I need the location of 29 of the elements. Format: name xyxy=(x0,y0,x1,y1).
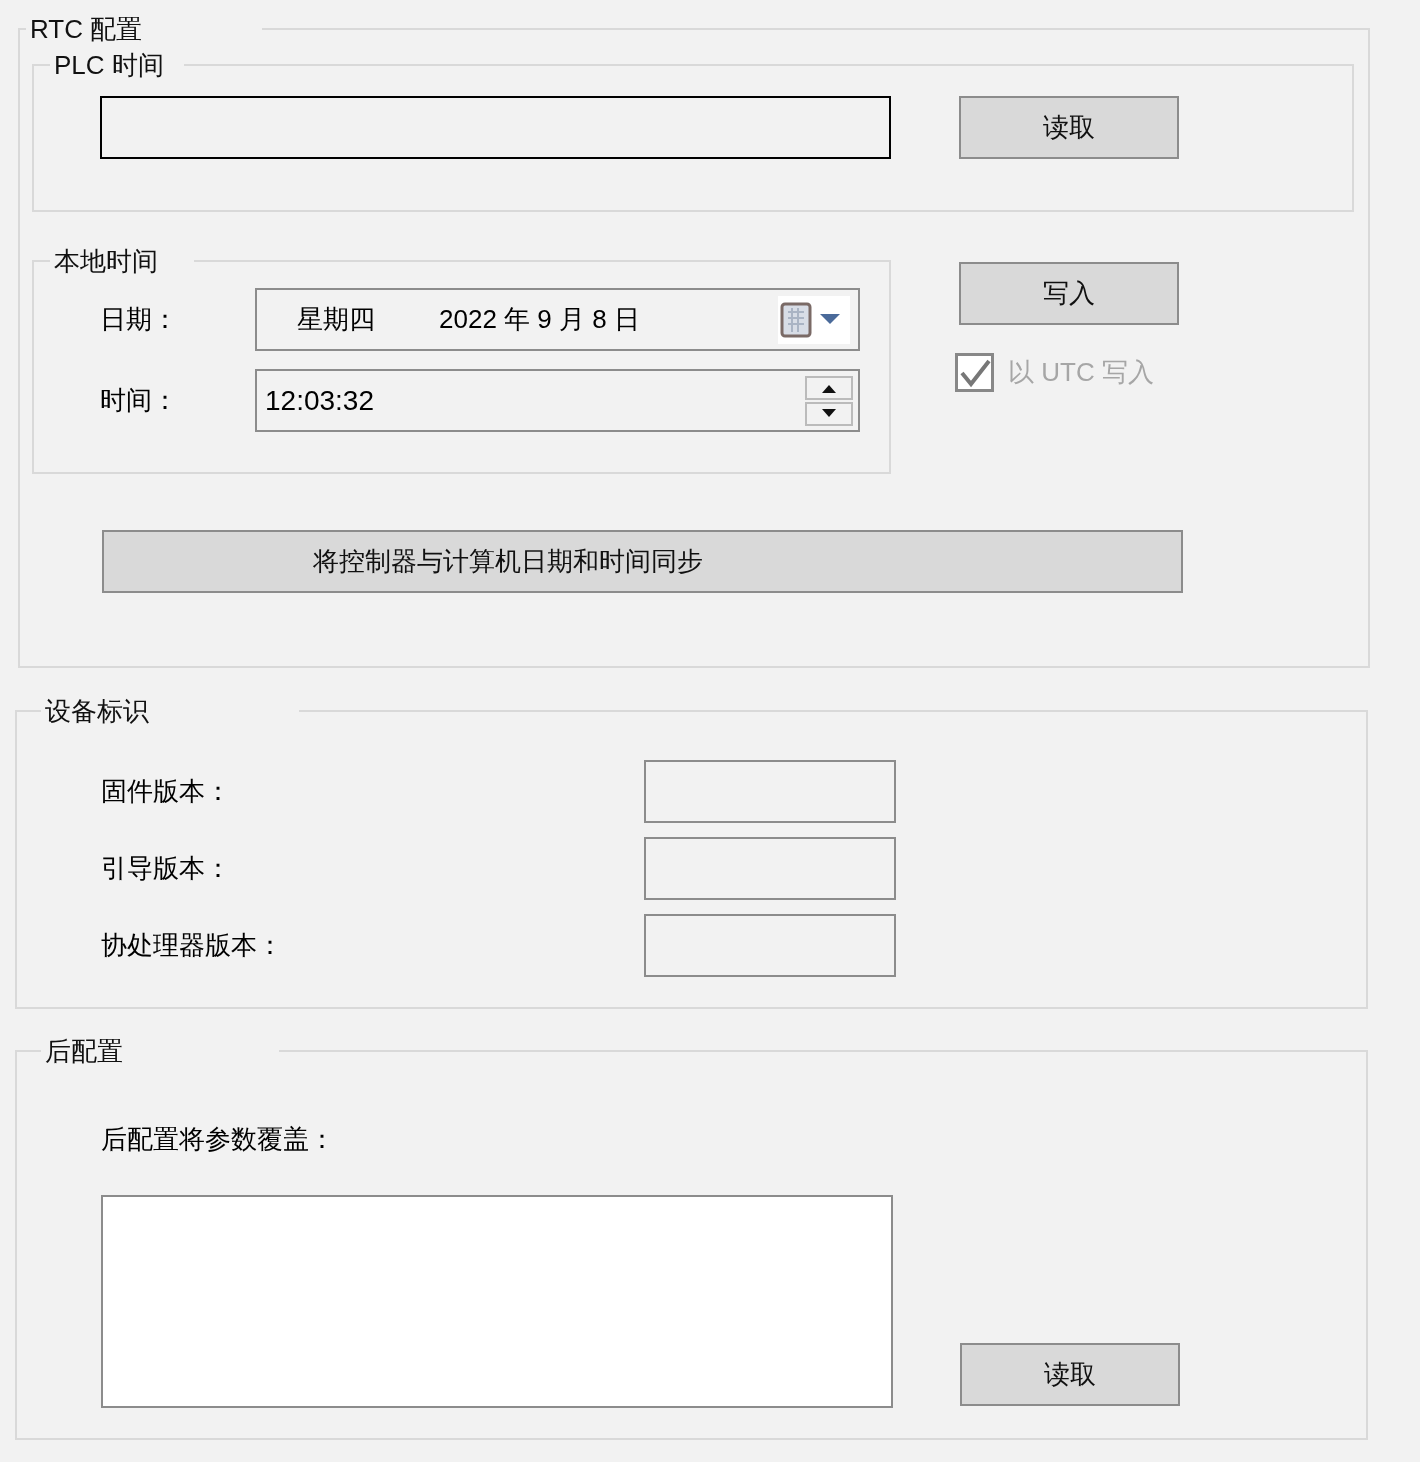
version-field[interactable] xyxy=(644,914,896,977)
utc-checkbox-label: 以 UTC 写入 xyxy=(1008,356,1154,389)
sync-button[interactable]: 将控制器与计算机日期和时间同步 xyxy=(102,530,1183,593)
date-text: 2022 年 9 月 8 日 xyxy=(439,303,640,336)
parameters-text-area[interactable] xyxy=(101,1195,893,1408)
checkmark-icon xyxy=(958,357,991,388)
date-label: 日期： xyxy=(100,303,179,336)
group-title: 本地时间 xyxy=(53,248,159,274)
spin-buttons-icon[interactable] xyxy=(804,374,854,427)
read-button[interactable]: 读取 xyxy=(959,96,1179,159)
group-title: 后配置 xyxy=(44,1038,124,1064)
calendar-dropdown-icon[interactable] xyxy=(778,295,850,344)
weekday-text: 星期四 xyxy=(297,303,376,336)
read-button[interactable]: 读取 xyxy=(960,1343,1180,1406)
date-picker[interactable]: 星期四 2022 年 9 月 8 日 xyxy=(255,288,860,351)
group-title: RTC 配置 xyxy=(29,16,144,42)
version-field[interactable] xyxy=(644,760,896,823)
overwrite-label: 后配置将参数覆盖： xyxy=(101,1123,336,1156)
field-label: 固件版本： xyxy=(101,775,232,808)
group-title: PLC 时间 xyxy=(53,52,165,78)
write-button[interactable]: 写入 xyxy=(959,262,1179,325)
group-title: 设备标识 xyxy=(44,698,150,724)
field-label: 协处理器版本： xyxy=(101,929,284,962)
time-text: 12:03:32 xyxy=(265,383,375,418)
field-label: 引导版本： xyxy=(101,852,232,885)
time-field[interactable]: 12:03:32 xyxy=(255,369,860,432)
time-label: 时间： xyxy=(100,384,179,417)
version-field[interactable] xyxy=(644,837,896,900)
plc-time-field[interactable] xyxy=(100,96,891,159)
